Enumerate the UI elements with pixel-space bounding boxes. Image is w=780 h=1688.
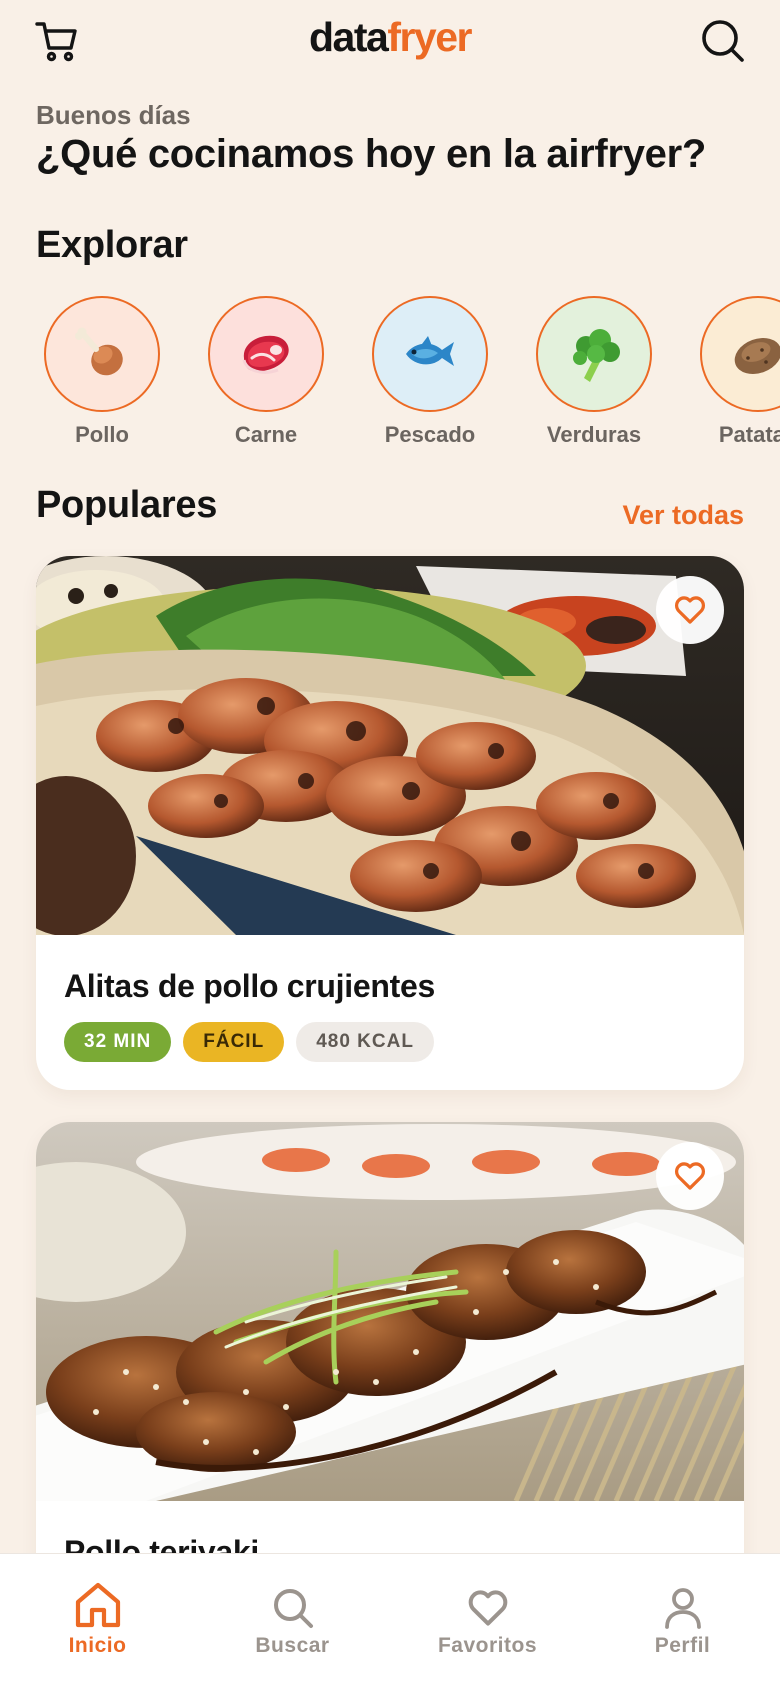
logo-text-dark: data [309,14,389,60]
category-label: Pollo [75,422,129,447]
heart-icon [468,1590,507,1626]
broccoli-icon [573,329,620,382]
time-badge: 32 MIN [64,1022,172,1062]
recipe-title: Alitas de pollo crujientes [64,968,435,1004]
nav-buscar[interactable]: Buscar [195,1580,390,1658]
category-circle [208,296,324,412]
nav-favoritos[interactable]: Favoritos [390,1580,585,1658]
favorite-button[interactable] [656,1142,724,1210]
favorite-button[interactable] [656,576,724,644]
see-all-link[interactable]: Ver todas [622,500,744,531]
bottom-navigation: Inicio Buscar Favoritos Perfil [0,1553,780,1688]
fish-icon [406,336,454,366]
app-logo: datafryer [0,14,780,61]
search-icon [273,1589,313,1628]
category-patatas[interactable]: Patatas [676,296,780,448]
nav-label: Buscar [255,1634,330,1657]
heart-icon [674,596,706,624]
category-circle [700,296,780,412]
category-circle [372,296,488,412]
nav-icon-wrap [0,1580,195,1630]
home-icon [75,1582,120,1628]
nav-icon-wrap [195,1580,390,1630]
category-verduras[interactable]: Verduras [512,296,676,448]
nav-inicio[interactable]: Inicio [0,1580,195,1658]
difficulty-badge: FÁCIL [183,1022,285,1062]
nav-label: Perfil [654,1634,711,1657]
nav-label: Favoritos [437,1634,538,1657]
category-label: Patatas [718,422,780,447]
category-circle [536,296,652,412]
category-carousel[interactable]: Pollo Carne Pescado Verduras Patata [0,296,780,456]
heart-icon [674,1162,706,1190]
nav-label: Inicio [68,1634,127,1657]
logo-text-accent: fryer [387,14,472,60]
category-pollo[interactable]: Pollo [20,296,184,448]
greeting-title: ¿Qué cocinamos hoy en la airfryer? [36,132,707,176]
top-bar: datafryer [0,0,780,84]
category-pescado[interactable]: Pescado [348,296,512,448]
home-screen: datafryer Buenos días ¿Qué cocinamos hoy… [0,0,780,1688]
greeting-subtitle: Buenos días [36,100,191,130]
calories-badge: 480 KCAL [296,1022,434,1062]
category-label: Carne [234,422,298,447]
nav-icon-wrap [585,1580,780,1630]
teriyaki-chicken-photo [36,1122,744,1501]
explore-title: Explorar [36,224,188,266]
search-icon [702,20,744,62]
recipe-tags: 32 MIN FÁCIL 480 KCAL [64,1022,434,1062]
steak-icon [242,335,289,374]
category-circle [44,296,160,412]
user-icon [664,1588,701,1629]
chicken-wings-photo [36,556,744,935]
category-label: Verduras [546,422,642,447]
category-carne[interactable]: Carne [184,296,348,448]
nav-icon-wrap [390,1580,585,1630]
popular-title: Populares [36,484,218,526]
category-label: Pescado [384,422,476,447]
recipe-card[interactable]: Alitas de pollo crujientes 32 MIN FÁCIL … [36,556,744,1090]
potato-icon [734,338,780,374]
chicken-leg-icon [75,327,123,376]
nav-perfil[interactable]: Perfil [585,1580,780,1658]
search-button[interactable] [700,18,746,64]
